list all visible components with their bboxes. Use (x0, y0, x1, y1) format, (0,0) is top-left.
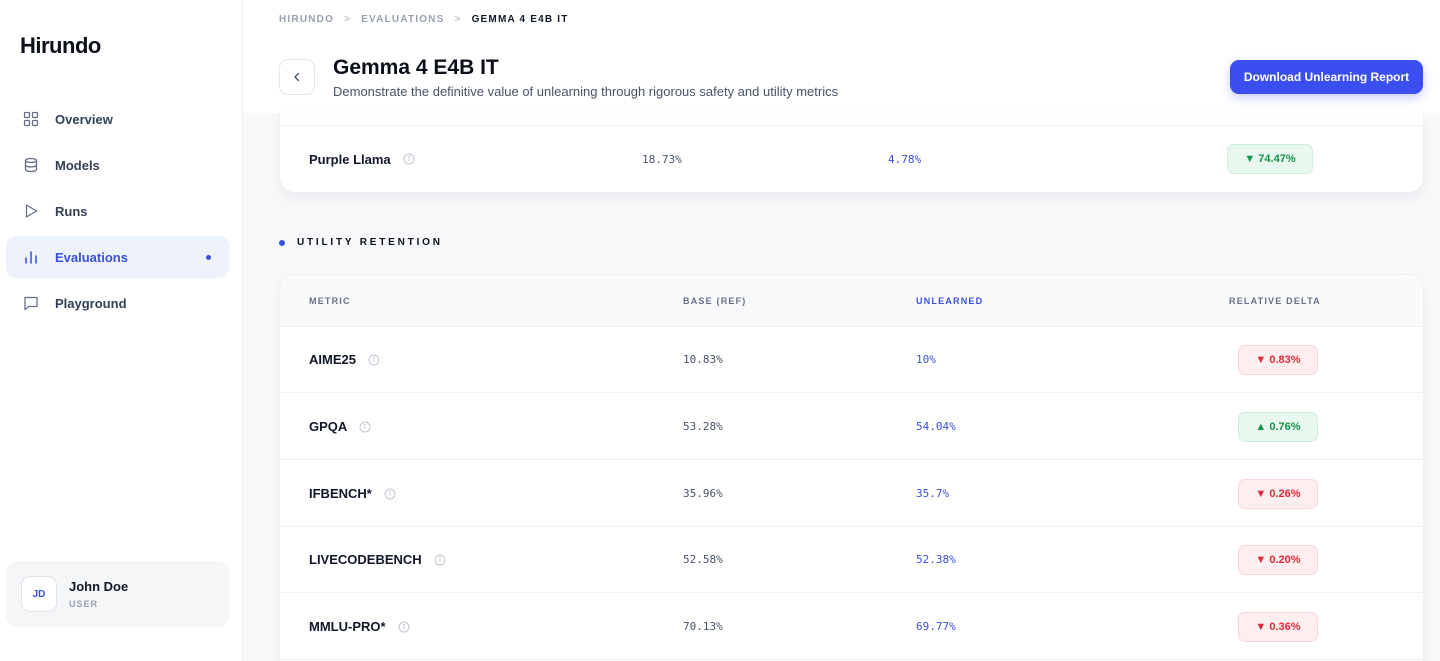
active-indicator-dot (206, 255, 211, 260)
chevron-right-icon: > (454, 14, 462, 25)
delta-badge: ▼ 0.83% (1238, 344, 1318, 375)
column-header-delta[interactable]: RELATIVE DELTA (1229, 275, 1321, 327)
info-icon[interactable] (398, 621, 410, 633)
chevron-left-icon (294, 72, 300, 82)
metric-cell: MMLU-PRO* (309, 594, 410, 659)
breadcrumb: HIRUNDO > EVALUATIONS > GEMMA 4 E4B IT (279, 14, 569, 25)
play-icon (22, 202, 40, 220)
user-name: John Doe (69, 579, 129, 594)
sidebar-item-overview[interactable]: Overview (6, 98, 229, 140)
metric-cell: LIVECODEBENCH (309, 527, 446, 592)
table-row: AIME25 10.83% 10% ▼ 0.83% (280, 327, 1423, 393)
metric-cell: GPQA (309, 394, 371, 459)
chat-icon (22, 294, 40, 312)
column-header-unlearned[interactable]: UNLEARNED (916, 275, 983, 327)
base-value: 18.73% (642, 152, 682, 166)
page-subtitle: Demonstrate the definitive value of unle… (333, 84, 839, 99)
sidebar-item-label: Runs (55, 203, 88, 219)
utility-retention-card: METRIC BASE (REF) UNLEARNED RELATIVE DEL… (279, 274, 1424, 661)
section-title-text: UTILITY RETENTION (297, 237, 443, 248)
breadcrumb-item-evaluations[interactable]: EVALUATIONS (361, 14, 444, 25)
safety-card: Purple Llama 18.73% 4.78% ▼ 74.47% (279, 113, 1424, 193)
sidebar-item-label: Playground (55, 295, 127, 311)
sidebar-item-label: Evaluations (55, 249, 128, 265)
delta-badge: ▲ 0.76% (1238, 411, 1318, 442)
metric-name: LIVECODEBENCH (309, 552, 422, 567)
app-logo[interactable]: Hirundo (20, 33, 101, 59)
base-value: 52.58% (683, 553, 723, 566)
delta-badge: ▼ 74.47% (1227, 144, 1313, 174)
info-icon[interactable] (384, 488, 396, 500)
breadcrumb-item-current: GEMMA 4 E4B IT (471, 14, 569, 25)
page-header: HIRUNDO > EVALUATIONS > GEMMA 4 E4B IT G… (243, 0, 1440, 113)
info-icon[interactable] (359, 421, 371, 433)
avatar: JD (21, 576, 57, 612)
info-icon[interactable] (434, 554, 446, 566)
table-row: MMLU-PRO* 70.13% 69.77% ▼ 0.36% (280, 594, 1423, 660)
back-button[interactable] (279, 59, 315, 95)
user-card[interactable]: JD John Doe USER (6, 561, 229, 627)
column-header-metric[interactable]: METRIC (309, 275, 351, 327)
chevron-right-icon: > (344, 14, 352, 25)
table-header: METRIC BASE (REF) UNLEARNED RELATIVE DEL… (280, 275, 1423, 327)
section-title-utility: UTILITY RETENTION (279, 237, 443, 248)
sidebar-item-label: Models (55, 157, 100, 173)
unlearned-value: 69.77% (916, 620, 956, 633)
metric-name: GPQA (309, 419, 348, 434)
sidebar-item-models[interactable]: Models (6, 144, 229, 186)
base-value: 35.96% (683, 487, 723, 500)
unlearned-value: 54.04% (916, 420, 956, 433)
metric-cell: AIME25 (309, 327, 380, 392)
bar-chart-icon (22, 248, 40, 266)
sidebar-item-runs[interactable]: Runs (6, 190, 229, 232)
sidebar-item-playground[interactable]: Playground (6, 282, 229, 324)
base-value: 53.28% (683, 420, 723, 433)
database-icon (22, 156, 40, 174)
unlearned-value: 4.78% (888, 152, 922, 166)
info-icon[interactable] (368, 354, 380, 366)
page-title: Gemma 4 E4B IT (333, 56, 499, 79)
unlearned-value: 10% (916, 353, 936, 366)
metric-cell: Purple Llama (309, 126, 415, 192)
sidebar-item-label: Overview (55, 111, 113, 127)
grid-icon (22, 110, 40, 128)
breadcrumb-item-hirundo[interactable]: HIRUNDO (279, 14, 334, 25)
section-dot (279, 239, 285, 246)
user-role: USER (69, 599, 99, 609)
sidebar-item-evaluations[interactable]: Evaluations (6, 236, 229, 278)
base-value: 70.13% (683, 620, 723, 633)
info-icon[interactable] (403, 153, 415, 165)
column-header-base[interactable]: BASE (REF) (683, 275, 747, 327)
metric-name: AIME25 (309, 352, 356, 367)
base-value: 10.83% (683, 353, 723, 366)
download-report-button[interactable]: Download Unlearning Report (1230, 60, 1423, 94)
sidebar-nav: Overview Models Runs Evaluations Playgro… (6, 98, 229, 328)
table-row: Purple Llama 18.73% 4.78% ▼ 74.47% (280, 126, 1423, 192)
unlearned-value: 35.7% (916, 487, 950, 500)
unlearned-value: 52.38% (916, 553, 956, 566)
metric-cell: IFBENCH* (309, 461, 396, 526)
metric-name: Purple Llama (309, 151, 391, 167)
sidebar: Hirundo Overview Models Runs Evaluations (0, 0, 243, 661)
metric-name: IFBENCH* (309, 486, 372, 501)
table-row: IFBENCH* 35.96% 35.7% ▼ 0.26% (280, 461, 1423, 527)
delta-badge: ▼ 0.20% (1238, 544, 1318, 575)
metric-name: MMLU-PRO* (309, 619, 386, 634)
table-row: GPQA 53.28% 54.04% ▲ 0.76% (280, 394, 1423, 460)
delta-badge: ▼ 0.36% (1238, 611, 1318, 642)
table-row: LIVECODEBENCH 52.58% 52.38% ▼ 0.20% (280, 527, 1423, 593)
delta-badge: ▼ 0.26% (1238, 478, 1318, 509)
